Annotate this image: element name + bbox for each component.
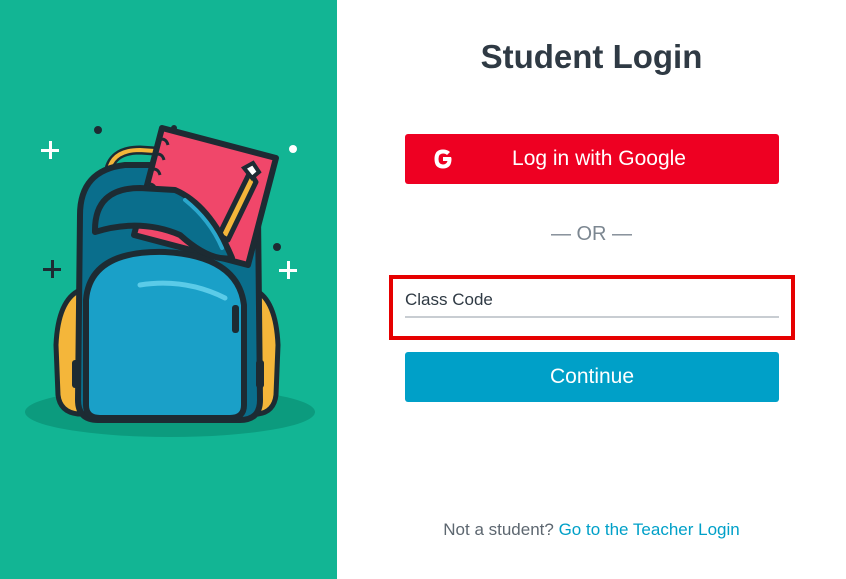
or-divider: — OR —: [550, 223, 633, 245]
sparkle-icon: [43, 260, 61, 278]
backpack-illustration: [25, 125, 315, 437]
teacher-login-link[interactable]: Go to the Teacher Login: [559, 520, 740, 539]
footer: Not a student? Go to the Teacher Login: [337, 520, 846, 540]
footer-prompt: Not a student?: [443, 520, 554, 539]
login-panel: Student Login Log in with Google — OR — …: [337, 0, 846, 579]
google-login-button[interactable]: Log in with Google: [405, 134, 779, 184]
continue-label: Continue: [549, 365, 635, 388]
class-code-input[interactable]: [405, 284, 779, 318]
google-login-label: Log in with Google: [512, 147, 686, 170]
page-title: Student Login: [480, 38, 703, 75]
illustration-panel: [0, 0, 337, 579]
continue-button[interactable]: Continue: [405, 352, 779, 402]
student-login-page: Student Login Log in with Google — OR — …: [0, 0, 846, 579]
